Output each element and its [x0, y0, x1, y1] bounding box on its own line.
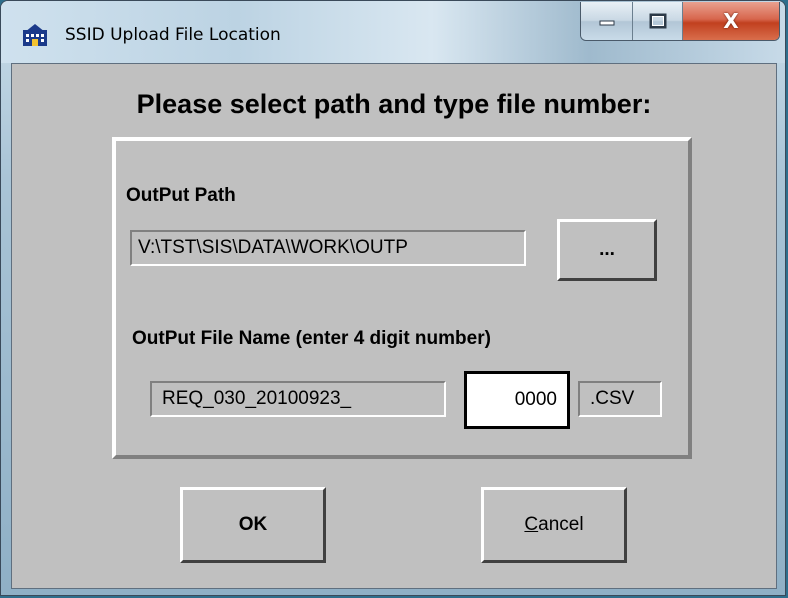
browse-button[interactable]: ... [557, 219, 657, 281]
file-prefix-field: REQ_030_20100923_ [150, 381, 446, 417]
cancel-button[interactable]: Cancel [481, 487, 627, 563]
caption-buttons: X [580, 2, 780, 41]
close-icon: X [723, 9, 739, 33]
cancel-accel-key: C [524, 514, 539, 535]
dialog-window: SSID Upload File Location X Please selec… [0, 0, 786, 596]
window-title: SSID Upload File Location [65, 25, 281, 45]
output-file-label: OutPut File Name (enter 4 digit number) [132, 328, 491, 349]
maximize-button[interactable] [633, 2, 683, 40]
file-extension-field: .CSV [578, 381, 662, 417]
dialog-client-area: Please select path and type file number:… [11, 63, 777, 589]
ok-button[interactable]: OK [180, 487, 326, 563]
minimize-button[interactable] [581, 2, 633, 40]
close-button[interactable]: X [683, 2, 779, 40]
cancel-label-rest: ancel [538, 514, 584, 535]
output-path-label: OutPut Path [126, 185, 236, 206]
file-number-value: 0000 [514, 389, 557, 410]
app-icon [23, 24, 47, 46]
title-bar[interactable]: SSID Upload File Location X [1, 1, 785, 63]
minimize-icon [599, 20, 614, 26]
file-number-input[interactable]: 0000 [464, 371, 570, 429]
dialog-heading: Please select path and type file number: [136, 89, 652, 119]
path-group-box: OutPut Path V:\TST\SIS\DATA\WORK\OUTP ..… [112, 137, 692, 459]
maximize-icon [649, 13, 666, 29]
output-path-field[interactable]: V:\TST\SIS\DATA\WORK\OUTP [130, 230, 526, 266]
